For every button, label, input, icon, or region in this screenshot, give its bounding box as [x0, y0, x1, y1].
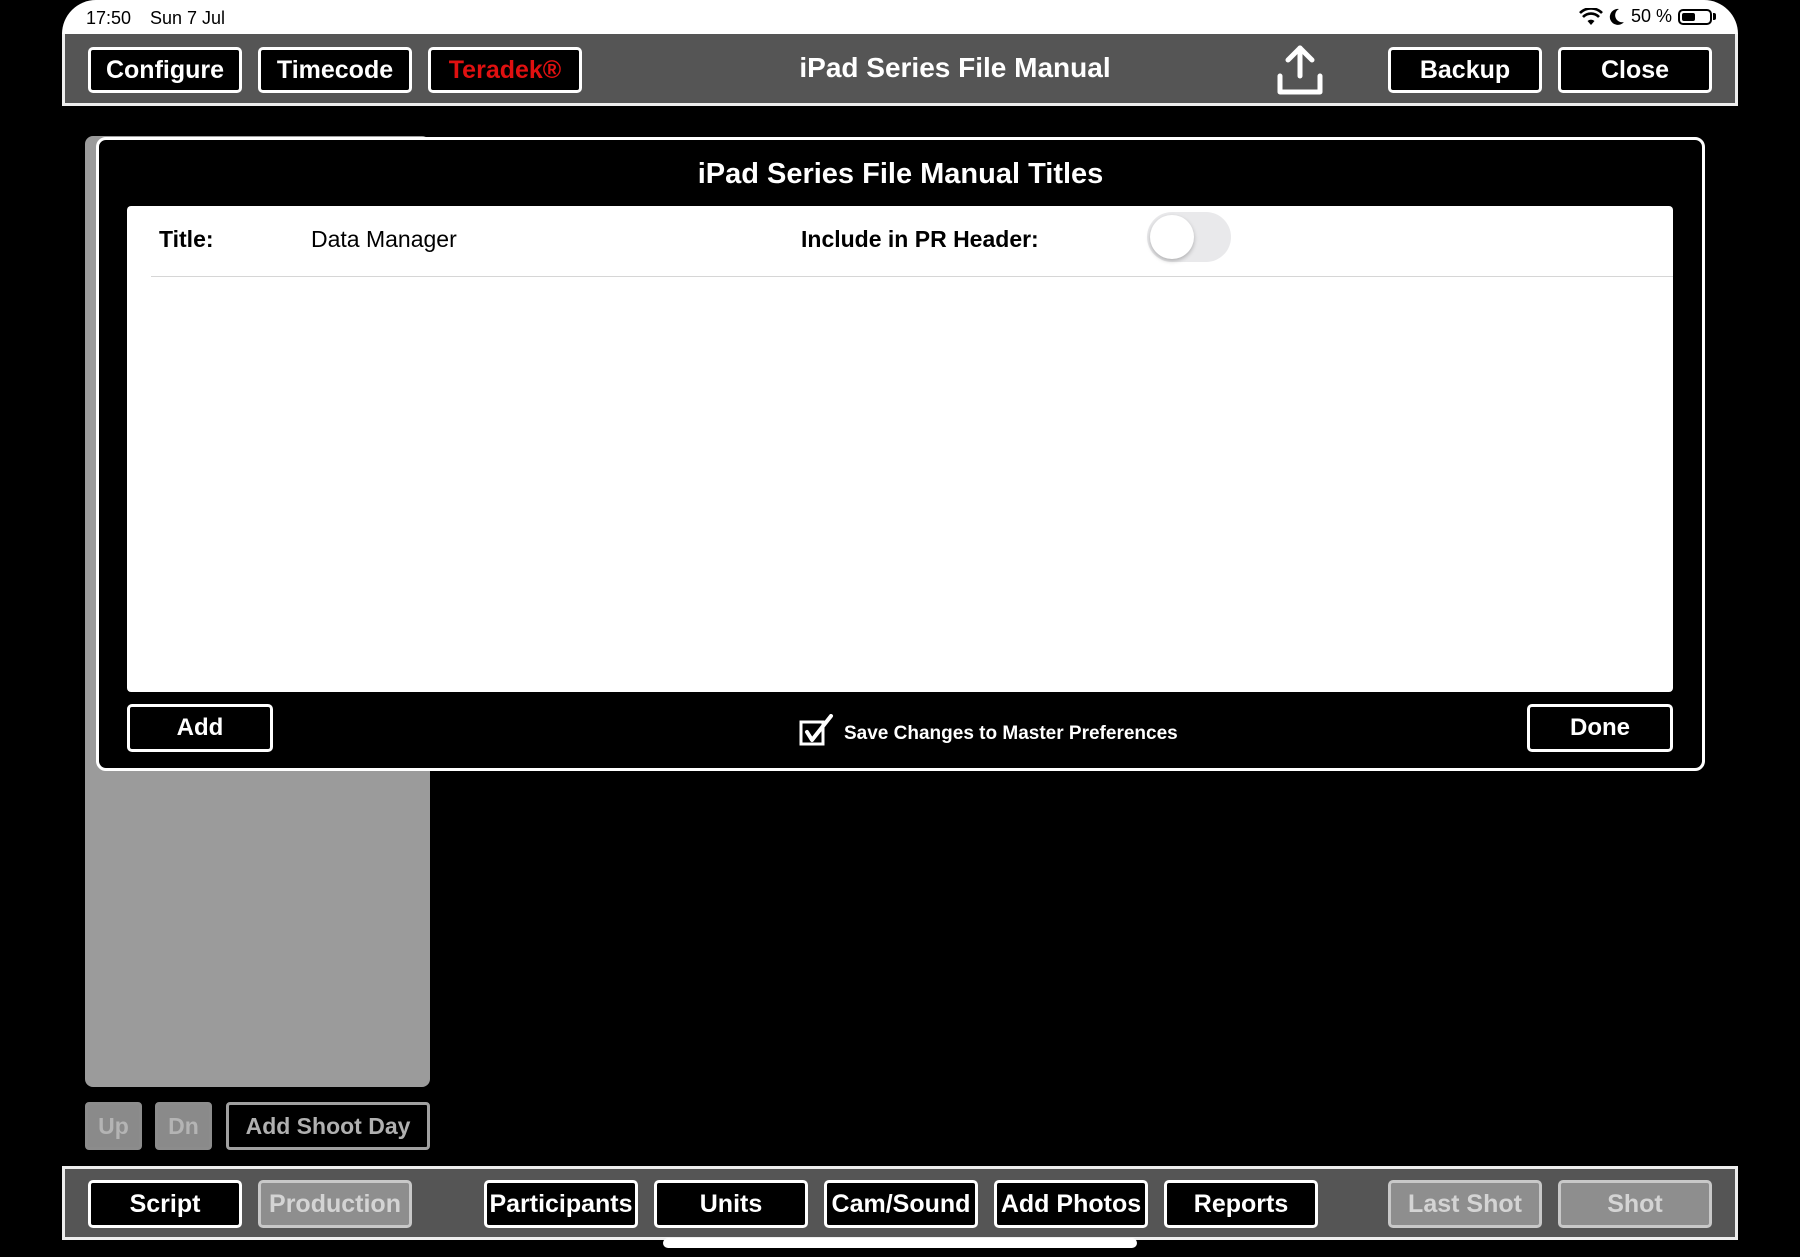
wifi-icon	[1579, 7, 1603, 25]
status-date: Sun 7 Jul	[150, 8, 226, 28]
status-time: 17:50	[86, 8, 132, 28]
status-indicators: 50 %	[1579, 6, 1716, 27]
shot-button[interactable]: Shot	[1558, 1180, 1712, 1228]
done-button[interactable]: Done	[1527, 704, 1673, 752]
share-upload-icon[interactable]	[1275, 44, 1325, 98]
last-shot-button[interactable]: Last Shot	[1388, 1180, 1542, 1228]
titles-modal: iPad Series File Manual Titles Title: Da…	[96, 137, 1705, 771]
tab-add-photos[interactable]: Add Photos	[994, 1180, 1148, 1228]
tab-production[interactable]: Production	[258, 1180, 412, 1228]
close-button[interactable]: Close	[1558, 47, 1712, 93]
backup-button[interactable]: Backup	[1388, 47, 1542, 93]
titles-list: Title: Data Manager Include in PR Header…	[127, 206, 1673, 692]
tab-participants[interactable]: Participants	[484, 1180, 638, 1228]
save-changes-label: Save Changes to Master Preferences	[844, 723, 1178, 744]
battery-icon	[1678, 8, 1712, 25]
title-label: Title:	[159, 226, 214, 252]
include-pr-header-label: Include in PR Header:	[801, 226, 1039, 252]
home-indicator	[663, 1238, 1137, 1248]
add-shoot-day-button[interactable]: Add Shoot Day	[226, 1102, 430, 1150]
page-title: iPad Series File Manual	[799, 52, 1111, 83]
down-button[interactable]: Dn	[155, 1102, 212, 1150]
tab-reports[interactable]: Reports	[1164, 1180, 1318, 1228]
title-value[interactable]: Data Manager	[311, 226, 457, 253]
top-toolbar: Configure Timecode Teradek® iPad Series …	[62, 34, 1738, 106]
battery-nub	[1713, 13, 1716, 20]
bottom-toolbar: Script Production Participants Units Cam…	[62, 1166, 1738, 1240]
add-button[interactable]: Add	[127, 704, 273, 752]
moon-icon	[1609, 8, 1624, 25]
include-pr-header-toggle[interactable]	[1147, 212, 1231, 262]
battery-level-fill	[1682, 12, 1695, 21]
row-divider	[151, 276, 1673, 277]
modal-title: iPad Series File Manual Titles	[697, 158, 1104, 190]
checkbox-checked-icon[interactable]	[799, 714, 835, 748]
toggle-knob	[1150, 215, 1194, 259]
battery-percent: 50 %	[1630, 6, 1672, 26]
status-bar: 17:50 Sun 7 Jul 50 %	[62, 0, 1738, 34]
configure-button[interactable]: Configure	[88, 47, 242, 93]
tab-units[interactable]: Units	[654, 1180, 808, 1228]
teradek-button[interactable]: Teradek®	[428, 47, 582, 93]
up-button[interactable]: Up	[85, 1102, 142, 1150]
tab-cam-sound[interactable]: Cam/Sound	[824, 1180, 978, 1228]
timecode-button[interactable]: Timecode	[258, 47, 412, 93]
tab-script[interactable]: Script	[88, 1180, 242, 1228]
